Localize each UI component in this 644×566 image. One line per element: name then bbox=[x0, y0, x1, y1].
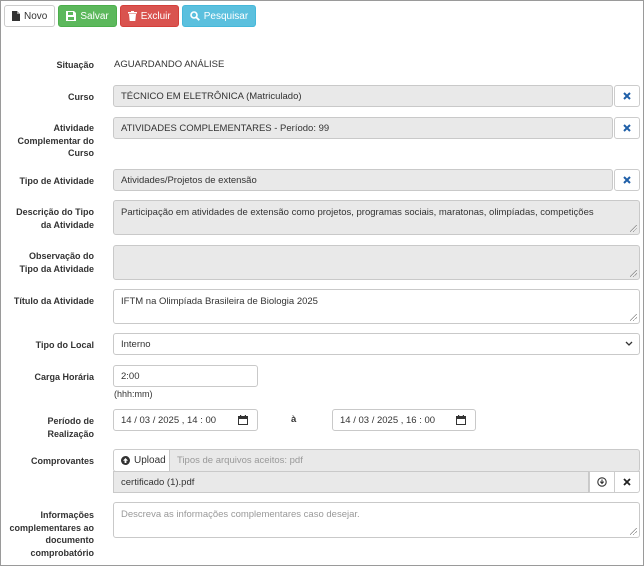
resize-handle[interactable] bbox=[630, 528, 637, 535]
tipo-local-label: Tipo do Local bbox=[35, 340, 94, 350]
close-icon bbox=[623, 478, 631, 486]
periodo-start-input[interactable]: 14 / 03 / 2025 , 14 : 00 bbox=[113, 409, 258, 431]
trash-icon bbox=[127, 11, 137, 21]
atividade-complementar-clear-button[interactable] bbox=[614, 117, 640, 139]
search-icon bbox=[189, 11, 200, 21]
periodo-label: Período de Realização bbox=[47, 416, 94, 439]
atividade-complementar-label: Atividade Complementar do Curso bbox=[17, 123, 94, 158]
chevron-down-icon bbox=[625, 341, 633, 347]
download-icon bbox=[597, 477, 607, 487]
uploaded-file-row: certificado (1).pdf bbox=[113, 471, 589, 493]
tipo-local-value: Interno bbox=[121, 338, 151, 350]
situacao-label: Situação bbox=[56, 60, 94, 70]
file-icon bbox=[12, 11, 20, 21]
carga-horaria-label: Carga Horária bbox=[34, 372, 94, 382]
descricao-tipo-label: Descrição do Tipo da Atividade bbox=[16, 207, 94, 230]
carga-horaria-input[interactable]: 2:00 bbox=[113, 365, 258, 387]
curso-clear-button[interactable] bbox=[614, 85, 640, 107]
novo-button[interactable]: Novo bbox=[4, 5, 56, 27]
curso-field[interactable]: TÉCNICO EM ELETRÔNICA (Matriculado) bbox=[113, 85, 613, 107]
tipo-atividade-label: Tipo de Atividade bbox=[19, 176, 94, 186]
descricao-tipo-textarea[interactable]: Participação em atividades de extensão c… bbox=[113, 200, 640, 235]
curso-label: Curso bbox=[67, 92, 94, 102]
titulo-label: Título da Atividade bbox=[13, 296, 94, 306]
carga-horaria-hint: (hhh:mm) bbox=[114, 389, 153, 399]
descricao-tipo-value: Participação em atividades de extensão c… bbox=[121, 207, 594, 218]
toolbar: Novo Salvar Excluir Pesquisar bbox=[4, 5, 257, 27]
observacao-tipo-textarea[interactable] bbox=[113, 245, 640, 280]
atividade-complementar-value: ATIVIDADES COMPLEMENTARES - Período: 99 bbox=[121, 122, 330, 134]
informacoes-placeholder: Descreva as informações complementares c… bbox=[121, 509, 360, 520]
observacao-tipo-label: Observação do Tipo da Atividade bbox=[19, 251, 94, 274]
close-icon bbox=[623, 176, 631, 184]
resize-handle[interactable] bbox=[630, 270, 637, 277]
excluir-label: Excluir bbox=[140, 10, 171, 22]
tipo-atividade-value: Atividades/Projetos de extensão bbox=[121, 174, 257, 186]
upload-label: Upload bbox=[134, 455, 166, 466]
periodo-end-input[interactable]: 14 / 03 / 2025 , 16 : 00 bbox=[332, 409, 476, 431]
informacoes-label: Informações complementares ao documento … bbox=[9, 510, 94, 558]
carga-horaria-value: 2:00 bbox=[121, 370, 140, 382]
tipo-atividade-clear-button[interactable] bbox=[614, 169, 640, 191]
titulo-textarea[interactable]: IFTM na Olimpíada Brasileira de Biologia… bbox=[113, 289, 640, 324]
tipo-atividade-field[interactable]: Atividades/Projetos de extensão bbox=[113, 169, 613, 191]
upload-placeholder: Tipos de arquivos aceitos: pdf bbox=[177, 455, 303, 466]
excluir-button[interactable]: Excluir bbox=[119, 5, 179, 27]
periodo-start-value: 14 / 03 / 2025 , 14 : 00 bbox=[121, 414, 217, 426]
comprovantes-label: Comprovantes bbox=[30, 456, 94, 466]
close-icon bbox=[623, 92, 631, 100]
situacao-value: AGUARDANDO ANÁLISE bbox=[114, 59, 225, 70]
calendar-icon[interactable] bbox=[238, 415, 248, 425]
uploaded-file-name: certificado (1).pdf bbox=[121, 476, 195, 488]
resize-handle[interactable] bbox=[630, 314, 637, 321]
close-icon bbox=[623, 124, 631, 132]
novo-label: Novo bbox=[24, 10, 48, 22]
upload-button[interactable]: Upload bbox=[113, 449, 174, 472]
curso-value: TÉCNICO EM ELETRÔNICA (Matriculado) bbox=[121, 90, 302, 102]
calendar-icon[interactable] bbox=[456, 415, 466, 425]
pesquisar-label: Pesquisar bbox=[203, 10, 249, 22]
salvar-button[interactable]: Salvar bbox=[58, 5, 117, 27]
upload-file-types-field: Tipos de arquivos aceitos: pdf bbox=[169, 449, 640, 472]
save-icon bbox=[66, 11, 77, 21]
upload-icon bbox=[121, 456, 130, 465]
remove-file-button[interactable] bbox=[614, 471, 640, 493]
informacoes-textarea[interactable]: Descreva as informações complementares c… bbox=[113, 502, 640, 538]
periodo-end-value: 14 / 03 / 2025 , 16 : 00 bbox=[340, 414, 436, 426]
titulo-value: IFTM na Olimpíada Brasileira de Biologia… bbox=[121, 296, 318, 307]
download-file-button[interactable] bbox=[589, 471, 615, 493]
tipo-local-select[interactable]: Interno bbox=[113, 333, 640, 355]
resize-handle[interactable] bbox=[630, 225, 637, 232]
salvar-label: Salvar bbox=[80, 10, 109, 22]
atividade-complementar-field[interactable]: ATIVIDADES COMPLEMENTARES - Período: 99 bbox=[113, 117, 613, 139]
periodo-separator: à bbox=[291, 414, 297, 425]
pesquisar-button[interactable]: Pesquisar bbox=[181, 5, 257, 27]
